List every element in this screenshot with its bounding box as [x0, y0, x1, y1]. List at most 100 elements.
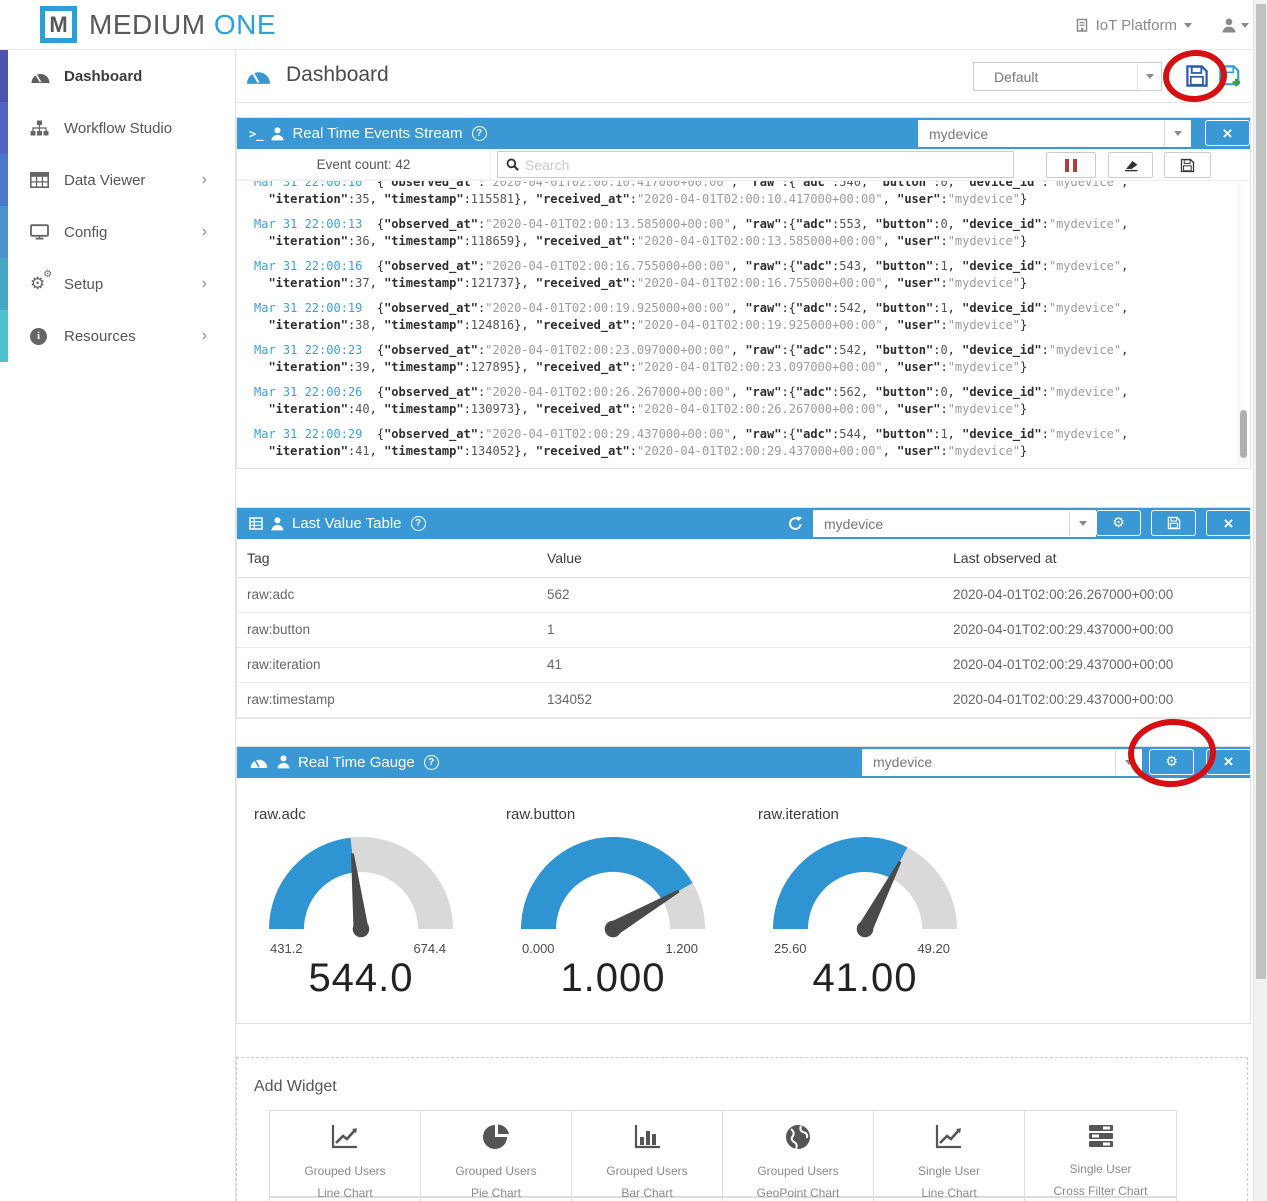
sidebar-item-data-viewer[interactable]: Data Viewer › [0, 154, 235, 206]
column-header-value: Value [547, 539, 953, 577]
sidebar-item-resources[interactable]: i Resources › [0, 310, 235, 362]
help-icon[interactable]: ? [472, 126, 487, 141]
gauge-label: raw.adc [254, 806, 506, 823]
events-log-body: Mar 31 22:00:10 {"observed_at":"2020-04-… [237, 181, 1250, 468]
search-input[interactable] [525, 157, 965, 173]
widget-title: Real Time Events Stream [292, 125, 462, 142]
clear-stream-button[interactable] [1108, 152, 1153, 178]
data-viewer-icon [30, 172, 64, 188]
close-widget-button[interactable]: × [1205, 120, 1250, 146]
widget-type-cell[interactable] [270, 1197, 421, 1201]
app-screen: M MEDIUM ONE IoT Platform Dashboard Work… [0, 0, 1267, 1201]
gauge-min: 25.60 [774, 941, 807, 956]
platform-menu[interactable]: IoT Platform [1075, 0, 1192, 50]
widget-type-cell[interactable]: Grouped UsersLine Chart [270, 1111, 421, 1196]
events-log: Mar 31 22:00:10 {"observed_at":"2020-04-… [254, 181, 1222, 460]
widget-settings-button[interactable]: ⚙ [1149, 749, 1194, 775]
person-icon [271, 127, 284, 141]
help-icon[interactable]: ? [424, 755, 439, 770]
page-title: Dashboard [286, 63, 389, 87]
dashboard-icon [245, 67, 272, 84]
widget-type-cell[interactable] [723, 1197, 874, 1201]
save-plus-icon [1218, 64, 1242, 88]
widget-type-cell[interactable] [1025, 1197, 1176, 1201]
dashboard-icon [30, 70, 64, 83]
sidebar-item-workflow-studio[interactable]: Workflow Studio [0, 102, 235, 154]
close-widget-button[interactable]: × [1206, 510, 1251, 536]
widget-type-cell[interactable]: Grouped UsersBar Chart [572, 1111, 723, 1196]
user-menu[interactable] [1222, 0, 1249, 50]
gauge-value: 1.000 [506, 956, 720, 1001]
widget-type-cell[interactable] [572, 1197, 723, 1201]
table-cell: 41 [547, 647, 953, 682]
table-cell: 562 [547, 577, 953, 612]
pause-icon [1065, 159, 1077, 172]
page-scrollbar[interactable] [1253, 0, 1267, 1201]
sidebar-item-config[interactable]: Config › [0, 206, 235, 258]
events-scrollbar[interactable] [1238, 183, 1247, 466]
table-icon [249, 517, 263, 530]
device-select[interactable]: mydevice [813, 510, 1096, 537]
help-icon[interactable]: ? [411, 516, 426, 531]
scrollbar-thumb[interactable] [1256, 4, 1266, 979]
widget-type-grid-row2 [269, 1197, 1177, 1201]
device-select[interactable]: mydevice [918, 120, 1191, 147]
gauge-min: 431.2 [270, 941, 303, 956]
widget-type-cell[interactable]: Grouped UsersPie Chart [421, 1111, 572, 1196]
sidebar-item-dashboard[interactable]: Dashboard [0, 50, 235, 102]
building-icon [1075, 18, 1089, 32]
pause-stream-button[interactable] [1046, 152, 1096, 178]
user-icon [1222, 18, 1236, 33]
info-icon: i [30, 328, 64, 345]
last-value-table: Tag Value Last observed at raw:adc562202… [237, 539, 1250, 718]
events-stream-widget: >_ Real Time Events Stream ? mydevice × … [236, 117, 1251, 469]
column-header-last-observed: Last observed at [953, 539, 1250, 577]
chevron-right-icon: › [202, 327, 207, 345]
add-widget-panel: Add Widget Grouped UsersLine ChartGroupe… [236, 1057, 1248, 1201]
dashboard-select[interactable]: Default [973, 62, 1162, 91]
widget-type-cell[interactable]: Single UserLine Chart [874, 1111, 1025, 1196]
widget-type-cell[interactable] [874, 1197, 1025, 1201]
sidebar-item-setup[interactable]: ⚙⚙ Setup › [0, 258, 235, 310]
gear-icon: ⚙ [1112, 516, 1125, 530]
gear-icon: ⚙ [1165, 755, 1178, 769]
widget-save-button[interactable] [1151, 510, 1196, 536]
pie-chart-icon [482, 1138, 510, 1155]
save-icon [1180, 158, 1195, 173]
sidebar-item-label: Workflow Studio [64, 120, 172, 137]
table-row: raw:adc5622020-04-01T02:00:26.267000+00:… [237, 577, 1250, 612]
widget-type-cell[interactable]: Grouped UsersGeoPoint Chart [723, 1111, 874, 1196]
refresh-icon[interactable] [788, 516, 803, 536]
table-row: raw:timestamp1340522020-04-01T02:00:29.4… [237, 682, 1250, 717]
gauge-value: 544.0 [254, 956, 468, 1001]
table-cell: raw:timestamp [237, 682, 547, 717]
globe-icon [784, 1138, 812, 1155]
terminal-icon: >_ [249, 127, 263, 141]
widget-type-cell[interactable] [421, 1197, 572, 1201]
device-select[interactable]: mydevice [862, 749, 1142, 776]
gauge-body: raw.adc 431.2 674.4 544.0 raw.button 0.00… [237, 778, 1250, 1023]
widget-settings-button[interactable]: ⚙ [1096, 510, 1141, 536]
search-box[interactable] [497, 151, 1014, 178]
gauge-chart [518, 835, 708, 939]
gauge-max: 1.200 [665, 941, 698, 956]
widget-type-cell[interactable]: Single UserCross Filter Chart [1025, 1111, 1176, 1196]
gauge-label: raw.iteration [758, 806, 1010, 823]
brand-logo[interactable]: M MEDIUM ONE [40, 6, 276, 43]
save-dashboard-button[interactable] [1183, 62, 1211, 90]
save-as-new-dashboard-button[interactable] [1216, 62, 1244, 90]
widget-type-grid: Grouped UsersLine ChartGrouped UsersPie … [269, 1110, 1177, 1197]
gauge-label: raw.button [506, 806, 758, 823]
table-cell: 2020-04-01T02:00:29.437000+00:00 [953, 612, 1250, 647]
topbar: M MEDIUM ONE IoT Platform [0, 0, 1267, 50]
add-widget-title: Add Widget [254, 1078, 1247, 1096]
gauge-max: 674.4 [413, 941, 446, 956]
gauge-min: 0.000 [522, 941, 555, 956]
workflow-icon [30, 120, 64, 136]
close-widget-button[interactable]: × [1206, 749, 1251, 775]
sidebar-item-label: Setup [64, 276, 103, 293]
gauge-raw-iteration: raw.iteration 25.6049.20 41.00 [758, 806, 1010, 1023]
scrollbar-thumb[interactable] [1240, 410, 1247, 458]
gauge-value: 41.00 [758, 956, 972, 1001]
save-stream-button[interactable] [1164, 152, 1211, 178]
